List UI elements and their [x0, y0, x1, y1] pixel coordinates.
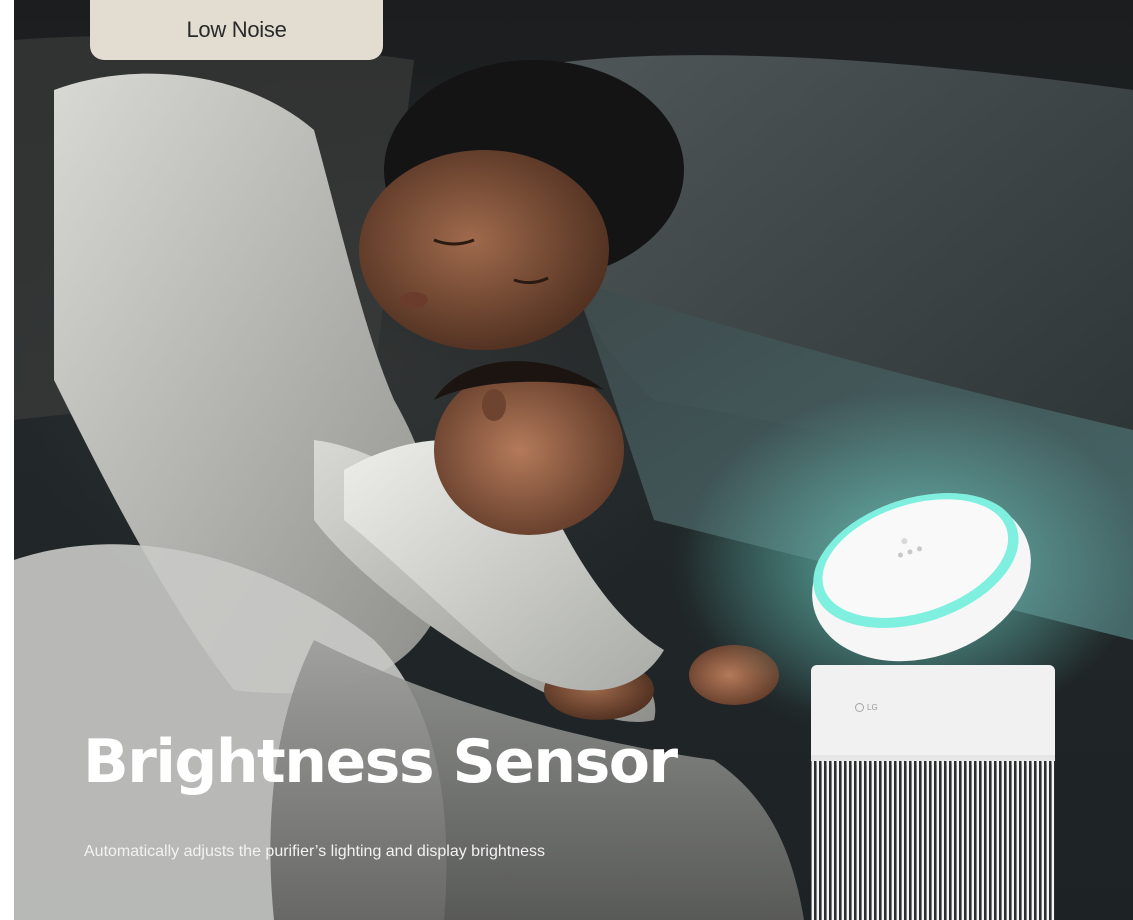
feature-description: Automatically adjusts the purifier’s lig…: [84, 843, 545, 860]
tab-low-noise[interactable]: Low Noise: [90, 0, 383, 60]
tab-low-noise-label: Low Noise: [186, 17, 287, 42]
page-title: Brightness Sensor: [83, 727, 678, 797]
product-brand-label: LG: [867, 703, 878, 712]
product-logo: LG: [855, 703, 878, 712]
page: LG Low Noise Brightness Sensor Automatic…: [0, 0, 1133, 920]
lg-logo-icon: [855, 703, 864, 712]
